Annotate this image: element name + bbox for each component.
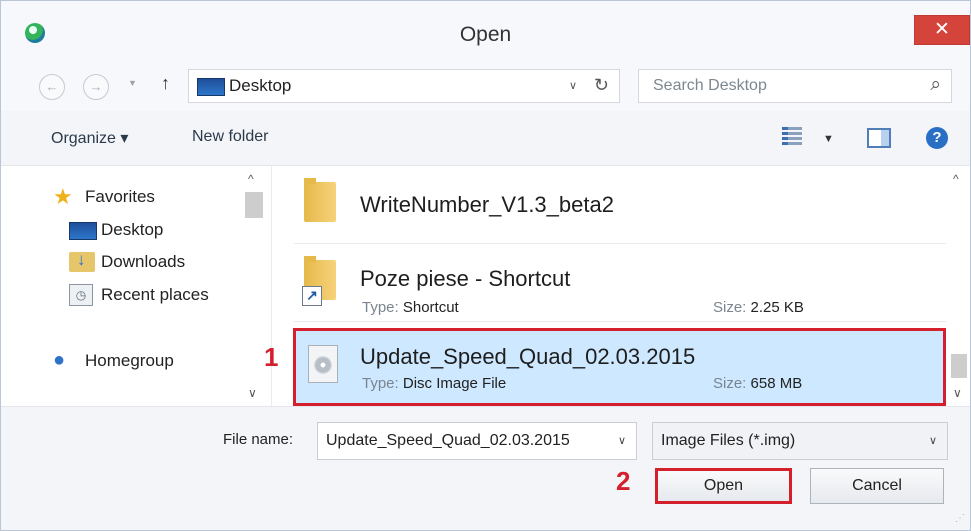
title-bar: Open ✕: [1, 1, 970, 59]
sidebar-item-label: Favorites: [85, 187, 155, 206]
folder-icon: [304, 178, 336, 222]
shortcut-arrow-icon: ↗: [302, 286, 322, 306]
refresh-icon[interactable]: ↻: [594, 75, 609, 96]
forward-button[interactable]: →: [83, 74, 109, 100]
step-2-label: 2: [616, 466, 631, 496]
resize-grip-icon[interactable]: ⋰: [955, 513, 965, 524]
address-dropdown-icon[interactable]: ∨: [569, 79, 577, 92]
divider: [294, 321, 946, 322]
annotation-highlight-box: [293, 328, 946, 406]
scroll-down-icon[interactable]: ∨: [248, 386, 257, 400]
address-text: Desktop: [229, 76, 292, 95]
back-button[interactable]: ←: [39, 74, 65, 100]
size-label: Size:: [713, 299, 747, 316]
divider: [294, 243, 946, 244]
filelist-scrollbar[interactable]: ^ ∨: [948, 166, 970, 407]
help-icon[interactable]: ?: [926, 127, 948, 149]
desktop-icon: [197, 78, 225, 96]
sidebar-item-label: Homegroup: [85, 351, 174, 370]
window-title: Open: [459, 23, 512, 46]
scroll-thumb[interactable]: [951, 354, 967, 378]
size-value: 2.25 KB: [750, 299, 804, 316]
file-name-value: Update_Speed_Quad_02.03.2015: [326, 432, 570, 449]
recent-locations-icon[interactable]: ▼: [128, 78, 137, 88]
chevron-down-icon[interactable]: ∨: [929, 434, 937, 447]
new-folder-button[interactable]: New folder: [192, 128, 268, 146]
preview-pane-icon[interactable]: [867, 128, 891, 148]
toolbar: Organize ▾ New folder ▼ ?: [1, 111, 970, 165]
type-value: Shortcut: [402, 299, 459, 316]
file-name-field[interactable]: Update_Speed_Quad_02.03.2015 ∨: [317, 422, 637, 460]
chevron-down-icon[interactable]: ∨: [618, 434, 626, 447]
file-size: Size: 2.25 KB: [713, 299, 804, 316]
list-item[interactable]: ↗ Poze piese - Shortcut Type: Shortcut S…: [294, 248, 946, 322]
views-icon[interactable]: [782, 127, 802, 149]
scroll-up-icon[interactable]: ^: [248, 172, 254, 186]
sidebar-item-label: Desktop: [101, 220, 164, 239]
close-button[interactable]: ✕: [914, 15, 970, 45]
recent-places-icon: ◷: [69, 284, 93, 306]
search-placeholder: Search Desktop: [653, 77, 767, 94]
up-button[interactable]: ↑: [161, 73, 170, 94]
step-1-label: 1: [264, 342, 279, 372]
downloads-icon: [69, 250, 95, 272]
navpane-scrollbar[interactable]: ^ ∨: [242, 166, 266, 407]
star-icon: ★: [53, 184, 73, 209]
file-type-value: Image Files (*.img): [661, 432, 796, 449]
scroll-thumb[interactable]: [245, 192, 263, 218]
list-item[interactable]: WriteNumber_V1.3_beta2: [294, 170, 946, 244]
views-dropdown-icon[interactable]: ▼: [823, 133, 834, 145]
scroll-down-icon[interactable]: ∨: [953, 386, 962, 400]
file-name: Poze piese - Shortcut: [360, 266, 571, 291]
open-dialog: Open ✕ ← → ▼ ↑ Desktop ∨ ↻ Search Deskto…: [0, 0, 971, 531]
search-icon[interactable]: ⌕: [930, 74, 941, 96]
scroll-up-icon[interactable]: ^: [953, 172, 959, 186]
organize-menu[interactable]: Organize ▾: [51, 128, 128, 148]
homegroup-icon: ●: [53, 349, 66, 371]
file-name-label: File name:: [223, 431, 294, 448]
file-name: WriteNumber_V1.3_beta2: [360, 192, 614, 217]
type-label: Type:: [362, 299, 399, 316]
bottom-panel: File name: Update_Speed_Quad_02.03.2015 …: [1, 406, 970, 530]
desktop-icon: [69, 222, 97, 240]
cancel-button[interactable]: Cancel: [810, 468, 944, 504]
address-bar[interactable]: Desktop ∨ ↻: [188, 69, 620, 103]
sidebar-item-label: Downloads: [101, 252, 186, 271]
search-input[interactable]: Search Desktop ⌕: [638, 69, 952, 103]
open-button[interactable]: Open: [655, 468, 792, 504]
file-type-select[interactable]: Image Files (*.img) ∨: [652, 422, 948, 460]
file-type: Type: Shortcut: [362, 299, 459, 316]
sidebar-item-label: Recent places: [101, 285, 209, 304]
navigation-bar: ← → ▼ ↑ Desktop ∨ ↻ Search Desktop ⌕: [1, 59, 970, 111]
navigation-pane: ★ Favorites Desktop Downloads ◷ Recent p…: [1, 165, 271, 407]
